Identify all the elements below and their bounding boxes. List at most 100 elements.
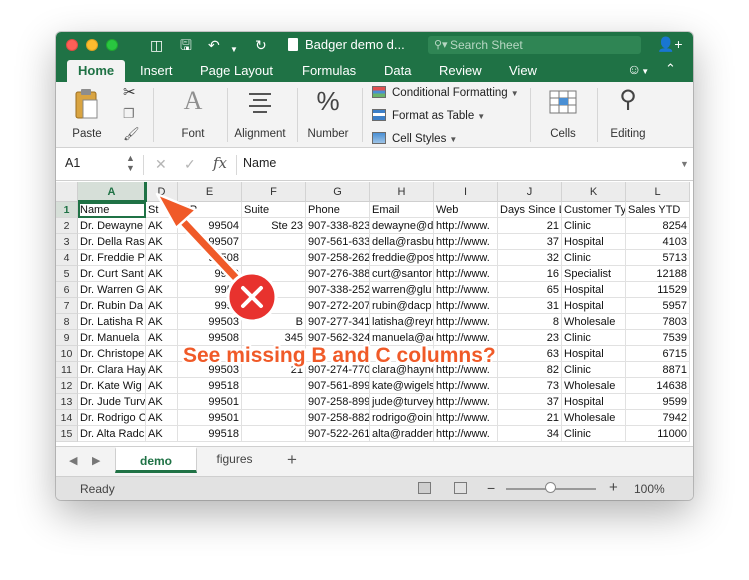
table-cell[interactable]: 7942 bbox=[626, 410, 690, 426]
tab-review[interactable]: Review bbox=[439, 62, 482, 80]
column-header-l[interactable]: L bbox=[626, 182, 690, 202]
table-cell[interactable]: Dr. Della Ras bbox=[78, 234, 146, 250]
table-cell[interactable]: 37 bbox=[498, 394, 562, 410]
table-cell[interactable]: Ste 23 bbox=[242, 218, 306, 234]
table-cell[interactable]: 907-338-252 bbox=[306, 282, 370, 298]
table-cell[interactable]: dewayne@d bbox=[370, 218, 434, 234]
sheet-tab-demo[interactable]: demo bbox=[115, 447, 197, 473]
header-cell[interactable]: St bbox=[146, 202, 178, 218]
row-header[interactable]: 15 bbox=[56, 426, 78, 442]
previous-sheet-icon[interactable]: ◀ bbox=[69, 454, 77, 467]
table-cell[interactable]: AK bbox=[146, 394, 178, 410]
row-header[interactable]: 3 bbox=[56, 234, 78, 250]
column-header-h[interactable]: H bbox=[370, 182, 434, 202]
table-cell[interactable]: http://www. bbox=[434, 218, 498, 234]
table-cell[interactable]: 5713 bbox=[626, 250, 690, 266]
table-cell[interactable]: Dr. Rodrigo C bbox=[78, 410, 146, 426]
table-cell[interactable]: Specialist bbox=[562, 266, 626, 282]
table-cell[interactable]: http://www. bbox=[434, 314, 498, 330]
table-cell[interactable]: 99507 bbox=[178, 234, 242, 250]
table-cell[interactable] bbox=[242, 378, 306, 394]
row-header[interactable]: 2 bbox=[56, 218, 78, 234]
add-sheet-button[interactable]: + bbox=[287, 450, 297, 470]
table-cell[interactable]: http://www. bbox=[434, 250, 498, 266]
table-cell[interactable]: 6715 bbox=[626, 346, 690, 362]
number-group[interactable]: % Number bbox=[300, 82, 356, 148]
table-cell[interactable]: Hospital bbox=[562, 298, 626, 314]
column-header-f[interactable]: F bbox=[242, 182, 306, 202]
table-cell[interactable]: alta@radder bbox=[370, 426, 434, 442]
table-cell[interactable]: Dr. Latisha R bbox=[78, 314, 146, 330]
expand-formula-bar-icon[interactable]: ▼ bbox=[680, 159, 689, 169]
table-cell[interactable]: 907-561-899 bbox=[306, 378, 370, 394]
table-cell[interactable]: Dr. Warren G bbox=[78, 282, 146, 298]
table-cell[interactable]: Clinic bbox=[562, 426, 626, 442]
cancel-edit-icon[interactable]: ✕ bbox=[155, 156, 167, 173]
table-cell[interactable]: warren@glu bbox=[370, 282, 434, 298]
table-cell[interactable]: 7539 bbox=[626, 330, 690, 346]
row-header[interactable]: 6 bbox=[56, 282, 78, 298]
table-cell[interactable]: Hospital bbox=[562, 282, 626, 298]
tab-data[interactable]: Data bbox=[384, 62, 411, 80]
table-cell[interactable]: 32 bbox=[498, 250, 562, 266]
table-cell[interactable] bbox=[242, 394, 306, 410]
hidden-columns-marker[interactable] bbox=[144, 182, 147, 202]
zoom-out-button[interactable]: − bbox=[487, 480, 495, 496]
table-cell[interactable]: Dr. Clara Hay bbox=[78, 362, 146, 378]
header-cell[interactable]: Sales YTD bbox=[626, 202, 690, 218]
table-cell[interactable]: kate@wigels bbox=[370, 378, 434, 394]
table-cell[interactable]: 907-561-633 bbox=[306, 234, 370, 250]
cells-group[interactable]: Cells bbox=[534, 82, 592, 148]
table-cell[interactable]: Wholesale bbox=[562, 378, 626, 394]
table-cell[interactable] bbox=[242, 266, 306, 282]
row-header[interactable]: 14 bbox=[56, 410, 78, 426]
row-header[interactable]: 7 bbox=[56, 298, 78, 314]
row-header[interactable]: 11 bbox=[56, 362, 78, 378]
column-header-i[interactable]: I bbox=[434, 182, 498, 202]
maximize-window-button[interactable] bbox=[106, 39, 118, 51]
formula-input[interactable]: Name bbox=[243, 156, 276, 170]
table-cell[interactable]: della@rasbu bbox=[370, 234, 434, 250]
row-header[interactable]: 9 bbox=[56, 330, 78, 346]
table-cell[interactable]: Dr. Dewayne bbox=[78, 218, 146, 234]
undo-dropdown-icon[interactable]: ▼ bbox=[230, 41, 238, 59]
table-cell[interactable]: http://www. bbox=[434, 394, 498, 410]
collapse-ribbon-icon[interactable]: ⌃ bbox=[665, 61, 676, 77]
table-cell[interactable]: 907-272-207 bbox=[306, 298, 370, 314]
column-header-j[interactable]: J bbox=[498, 182, 562, 202]
tab-insert[interactable]: Insert bbox=[140, 62, 173, 80]
cut-icon[interactable]: ✂ bbox=[123, 83, 136, 101]
table-cell[interactable]: http://www. bbox=[434, 426, 498, 442]
row-header[interactable]: 5 bbox=[56, 266, 78, 282]
table-cell[interactable]: latisha@reyr bbox=[370, 314, 434, 330]
table-cell[interactable]: rubin@dacp bbox=[370, 298, 434, 314]
table-cell[interactable]: 11000 bbox=[626, 426, 690, 442]
tab-view[interactable]: View bbox=[509, 62, 537, 80]
table-cell[interactable]: 8 bbox=[498, 314, 562, 330]
cell-styles-button[interactable]: Cell Styles ▼ bbox=[372, 132, 457, 145]
table-cell[interactable]: jude@turvey bbox=[370, 394, 434, 410]
table-cell[interactable]: Dr. Christope bbox=[78, 346, 146, 362]
table-cell[interactable]: AK bbox=[146, 426, 178, 442]
table-cell[interactable]: 99501 bbox=[178, 394, 242, 410]
confirm-edit-icon[interactable]: ✓ bbox=[184, 156, 196, 173]
table-cell[interactable]: 907-258-899 bbox=[306, 394, 370, 410]
normal-view-icon[interactable] bbox=[418, 482, 431, 494]
next-sheet-icon[interactable]: ▶ bbox=[92, 454, 100, 467]
table-cell[interactable]: Clinic bbox=[562, 330, 626, 346]
select-all-corner[interactable] bbox=[56, 182, 78, 202]
header-cell[interactable]: ZIP bbox=[178, 202, 242, 218]
table-cell[interactable]: 99504 bbox=[178, 218, 242, 234]
table-cell[interactable] bbox=[242, 250, 306, 266]
table-cell[interactable]: 907-522-261 bbox=[306, 426, 370, 442]
table-cell[interactable] bbox=[242, 234, 306, 250]
row-header[interactable]: 12 bbox=[56, 378, 78, 394]
table-cell[interactable]: 9599 bbox=[626, 394, 690, 410]
header-cell[interactable]: Phone bbox=[306, 202, 370, 218]
table-cell[interactable]: 4103 bbox=[626, 234, 690, 250]
table-cell[interactable]: Dr. Kate Wig bbox=[78, 378, 146, 394]
format-painter-icon[interactable]: 🖌 bbox=[123, 126, 140, 142]
table-cell[interactable]: 73 bbox=[498, 378, 562, 394]
table-cell[interactable] bbox=[242, 282, 306, 298]
format-as-table-button[interactable]: Format as Table ▼ bbox=[372, 109, 485, 122]
